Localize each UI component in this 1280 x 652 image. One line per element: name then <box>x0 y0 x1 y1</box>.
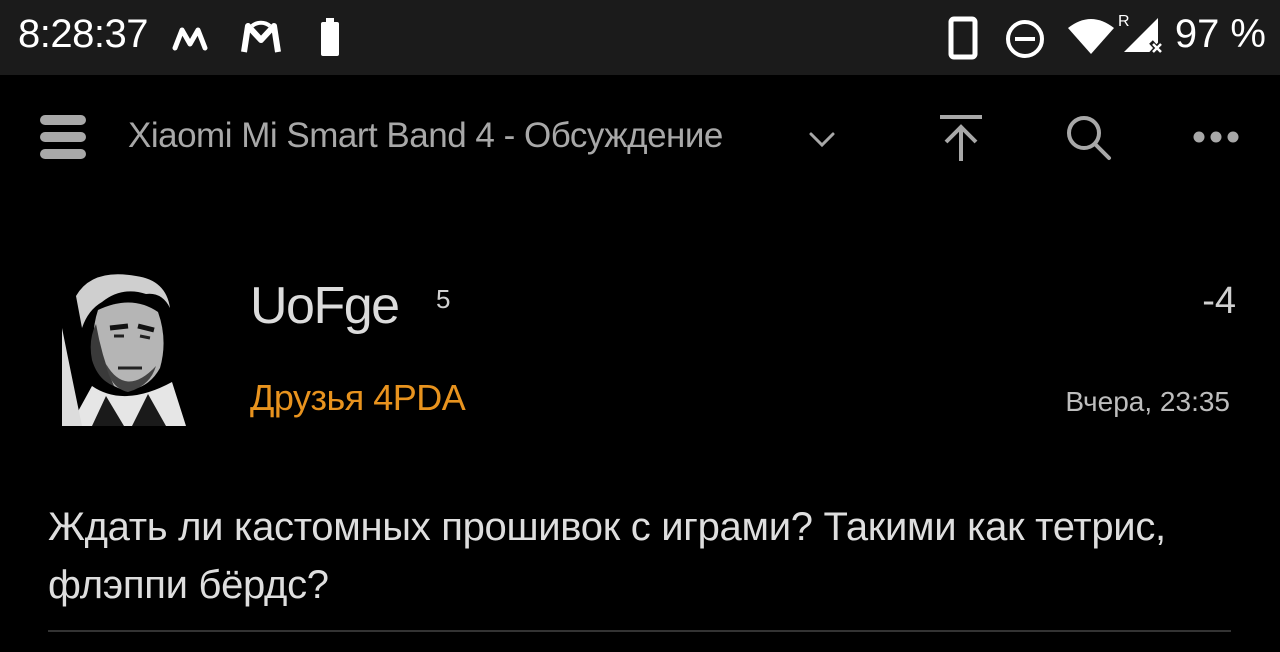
avatar[interactable] <box>62 268 186 426</box>
topic-title[interactable]: Xiaomi Mi Smart Band 4 - Обсуждение <box>128 116 723 156</box>
signal-roaming-label: R <box>1118 13 1130 30</box>
dnd-icon <box>1004 18 1046 65</box>
phone-icon <box>948 16 978 65</box>
wifi-icon <box>1066 18 1116 61</box>
search-icon[interactable] <box>1064 113 1112 166</box>
post-date: Вчера, 23:35 <box>1065 386 1230 417</box>
mi-fit-icon <box>238 18 284 63</box>
user-group: Друзья 4PDA <box>250 377 466 418</box>
screen: 8:28:37 R 97 % Xiaomi Mi Smart Band 4 - … <box>0 0 1280 652</box>
signal-roaming-icon: R <box>1118 10 1168 61</box>
status-bar: 8:28:37 R 97 % <box>0 0 1280 75</box>
reputation-count[interactable]: 5 <box>436 284 450 315</box>
scroll-top-icon[interactable] <box>938 113 984 168</box>
battery-percent: 97 % <box>1174 12 1266 56</box>
chevron-down-icon[interactable] <box>808 131 836 154</box>
post-body: Ждать ли кастомных прошивок с играми? Та… <box>48 505 1166 607</box>
more-icon[interactable] <box>1192 129 1240 150</box>
battery-small-icon <box>318 18 342 63</box>
divider <box>48 630 1231 632</box>
status-time: 8:28:37 <box>18 12 148 56</box>
m-app-icon <box>172 24 216 57</box>
menu-icon[interactable] <box>40 113 88 166</box>
toolbar: Xiaomi Mi Smart Band 4 - Обсуждение <box>0 75 1280 200</box>
post-rating[interactable]: -4 <box>1202 280 1236 323</box>
username[interactable]: UoFge <box>250 276 400 336</box>
